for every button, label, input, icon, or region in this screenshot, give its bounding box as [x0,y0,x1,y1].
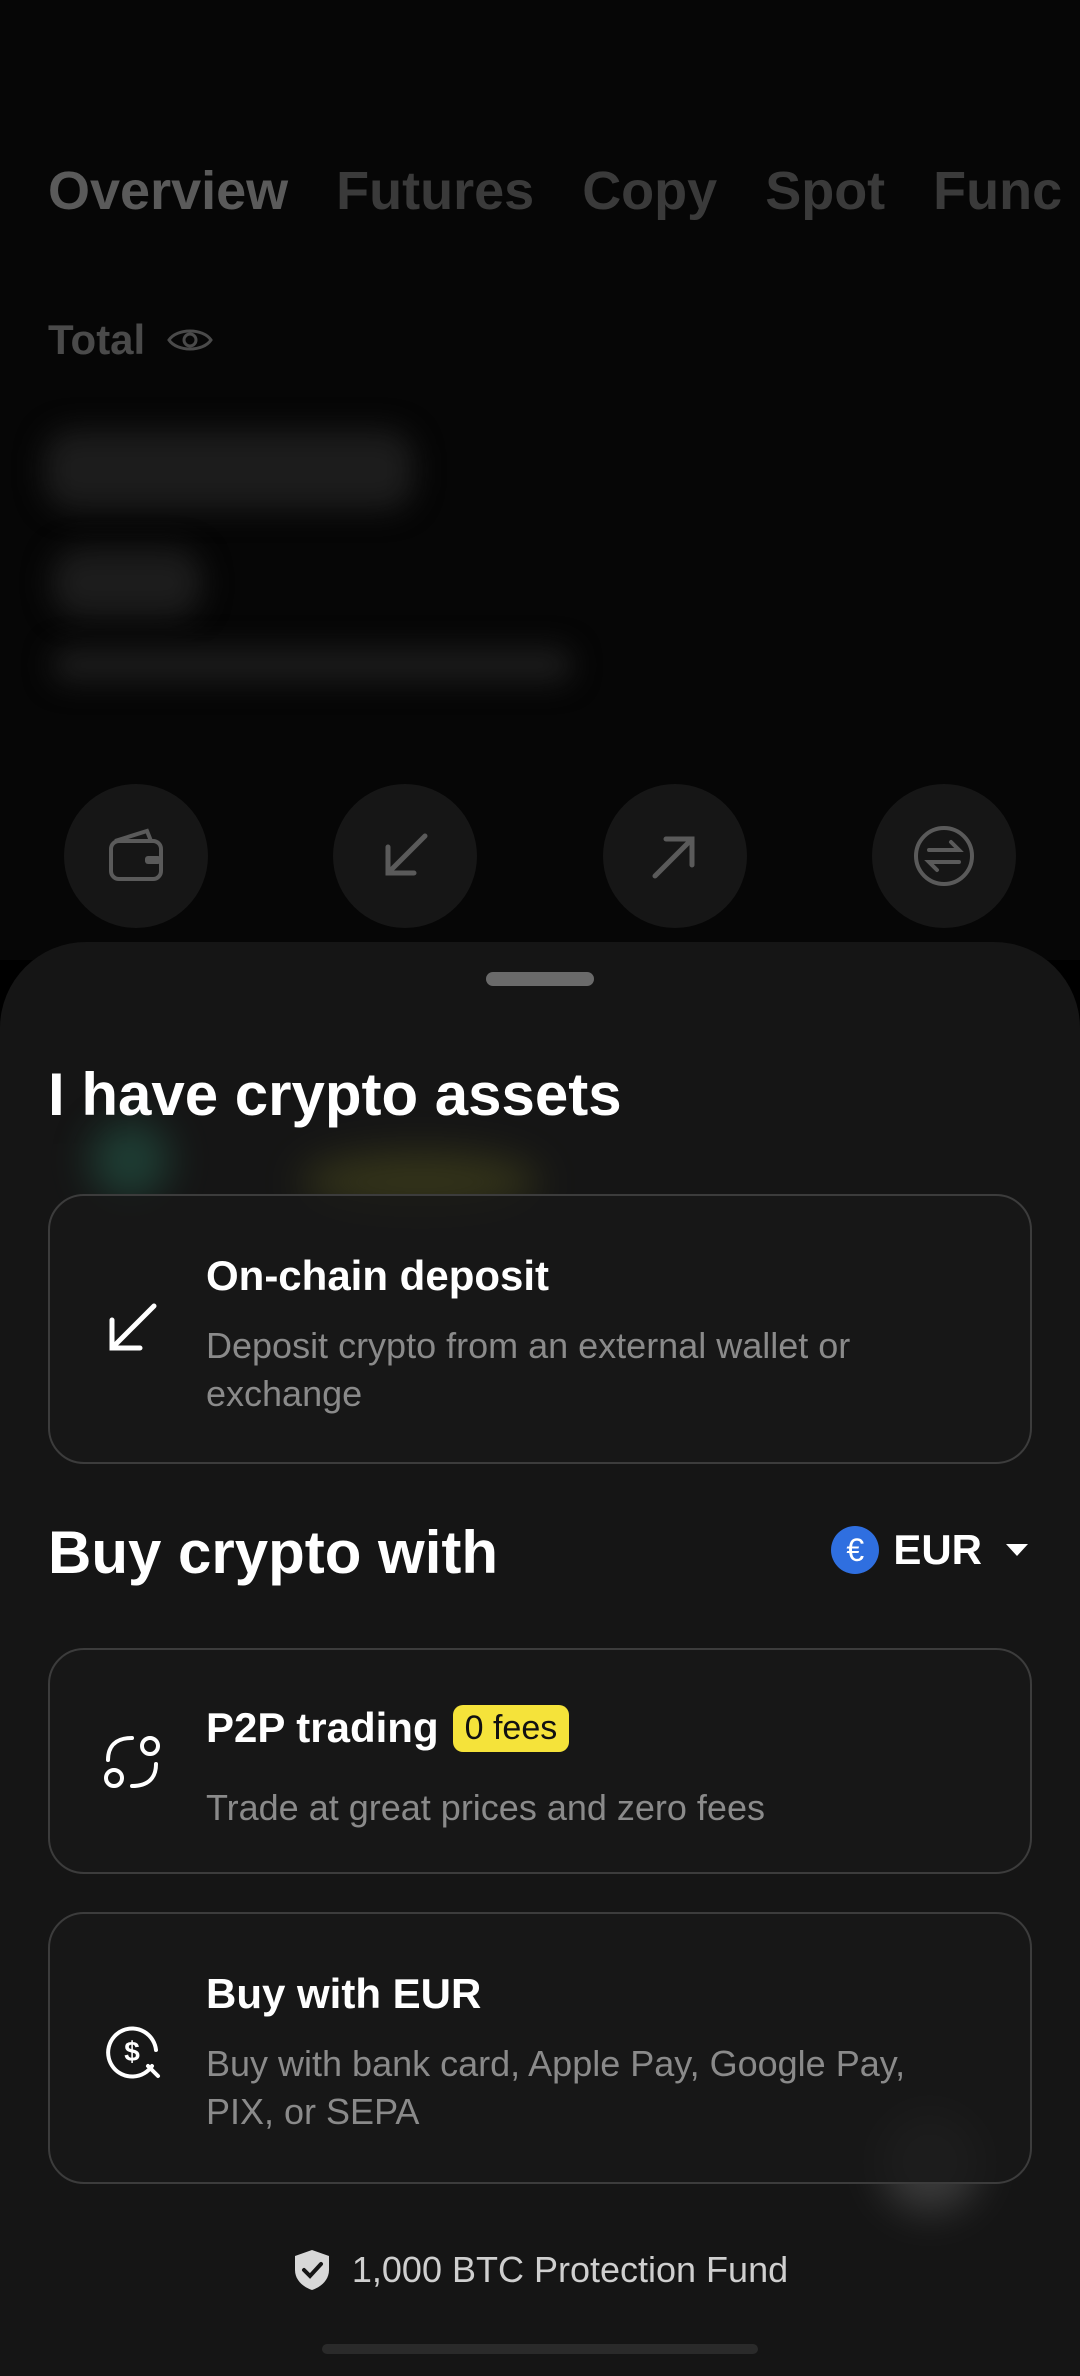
currency-code: EUR [893,1526,982,1573]
asset-tabs: Overview Futures Copy Spot Func [48,160,1062,222]
svg-text:$: $ [124,2036,140,2067]
total-label: Total [48,316,146,363]
chevron-down-icon [1006,1544,1028,1556]
wallet-button[interactable] [64,784,208,928]
blurred-pnl [52,648,572,682]
send-arrow-icon [652,836,695,879]
currency-selector[interactable]: € EUR [831,1526,1028,1574]
deposit-bottom-sheet: I have crypto assets On-chain deposit De… [0,942,1080,2376]
p2p-trading-card[interactable]: P2P trading 0 fees Trade at great prices… [48,1648,1032,1874]
tab-overview[interactable]: Overview [48,160,288,222]
tab-funding[interactable]: Func [933,160,1062,222]
deposit-arrow-icon [385,833,428,876]
p2p-trading-desc: Trade at great prices and zero fees [206,1787,765,1828]
euro-icon: € [831,1526,880,1574]
onchain-deposit-card[interactable]: On-chain deposit Deposit crypto from an … [48,1194,1032,1464]
total-row: Total [48,316,214,364]
onchain-deposit-title: On-chain deposit [206,1252,549,1300]
crypto-assets-heading: I have crypto assets [48,1061,622,1128]
tab-copy[interactable]: Copy [582,160,717,222]
deposit-button[interactable] [333,784,478,928]
onchain-deposit-desc: Deposit crypto from an external wallet o… [206,1325,851,1414]
p2p-trading-title: P2P trading 0 fees [206,1704,570,1752]
protection-fund-footer[interactable]: 1,000 BTC Protection Fund [0,2248,1080,2292]
eye-icon[interactable] [167,325,214,355]
buy-with-eur-desc: Buy with bank card, Apple Pay, Google Pa… [206,2043,906,2132]
shield-icon [294,2250,329,2290]
p2p-icon [104,1736,160,1788]
protection-fund-text: 1,000 BTC Protection Fund [351,2249,789,2290]
tab-futures[interactable]: Futures [336,160,534,222]
zero-fees-badge: 0 fees [452,1704,570,1752]
buy-with-eur-title-text: Buy with EUR [206,1970,482,2017]
onchain-deposit-title-text: On-chain deposit [206,1252,550,1299]
blurred-balance-secondary [52,548,202,618]
quick-actions [64,784,1016,928]
buy-with-eur-card[interactable]: $ Buy with EUR Buy with bank card, Apple… [48,1912,1032,2184]
dollar-coin-icon: $ [106,2026,160,2079]
sheet-blur-green [90,1120,170,1200]
transfer-button[interactable] [871,784,1016,928]
p2p-trading-title-text: P2P trading [206,1704,439,1751]
buy-crypto-heading: Buy crypto with [48,1519,499,1586]
send-button[interactable] [602,784,747,928]
transfer-icon [913,826,974,886]
wallet-icon [109,828,163,881]
deposit-arrow-icon [109,1303,157,1351]
home-indicator [322,2344,758,2354]
background-screen: Overview Futures Copy Spot Func Total [0,0,1080,960]
blurred-balance [44,430,414,510]
sheet-drag-handle[interactable] [486,972,594,986]
buy-with-eur-title: Buy with EUR [206,1970,481,2018]
tab-spot[interactable]: Spot [765,160,885,222]
